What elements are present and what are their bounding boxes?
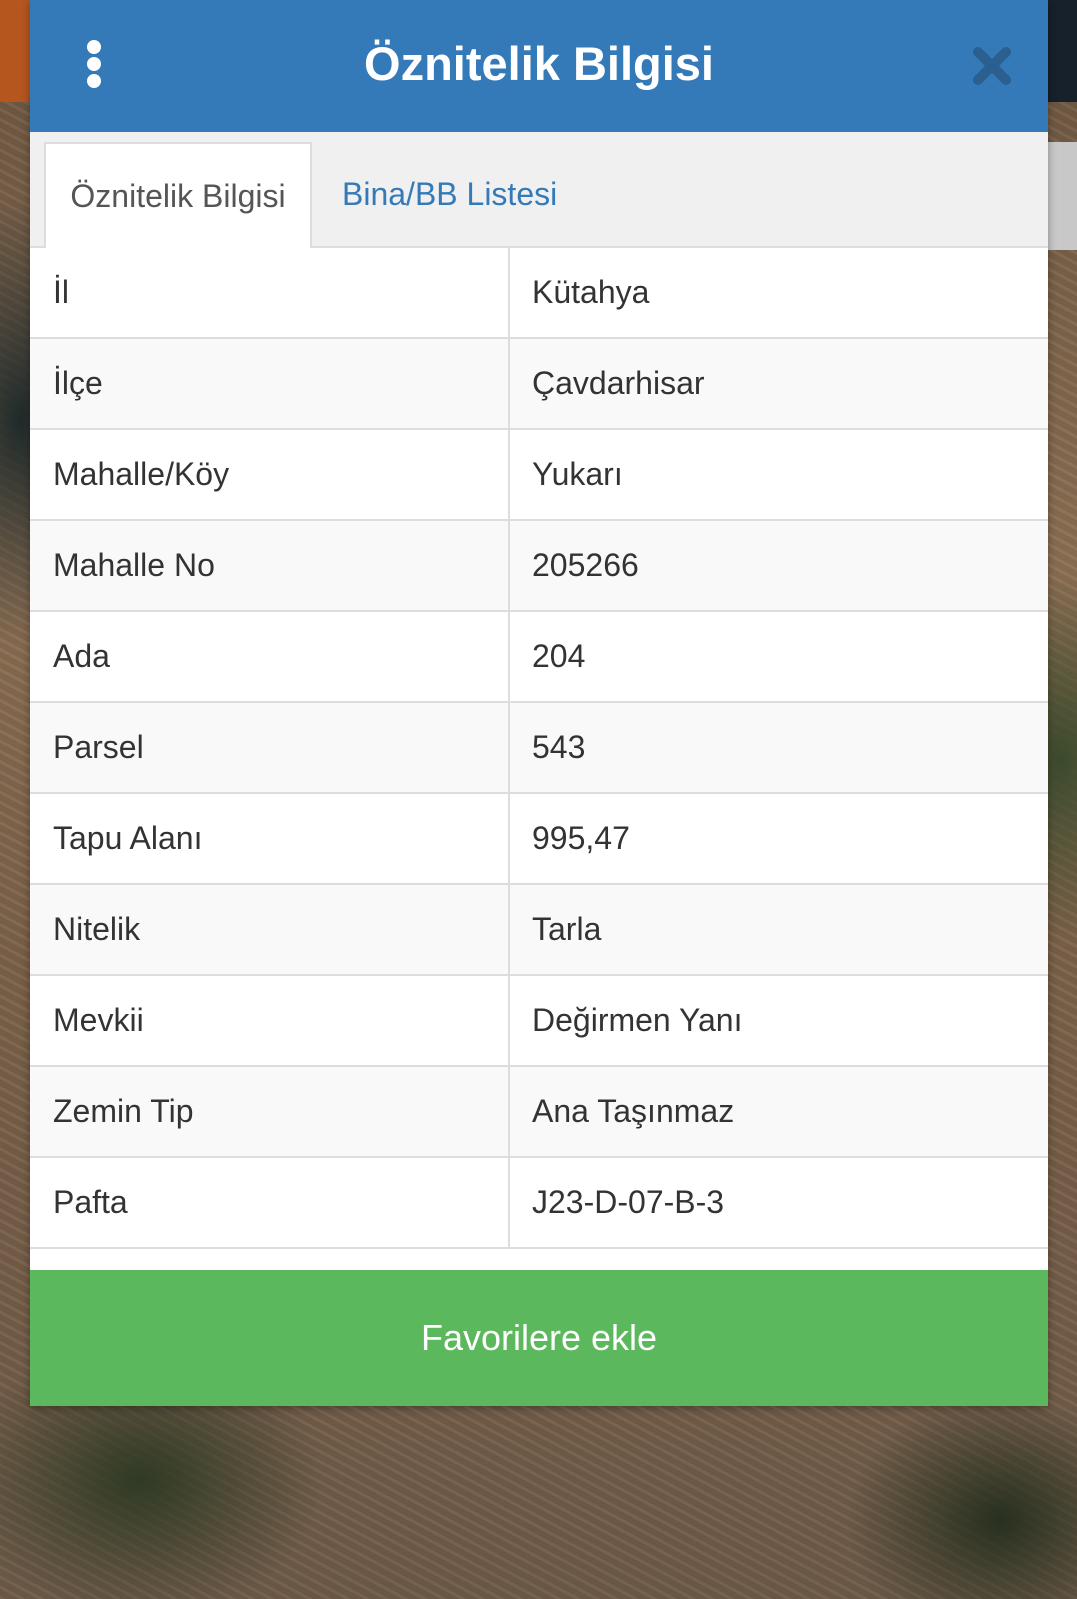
row-label: Ada (53, 638, 110, 674)
table-row: İl Kütahya (30, 248, 1048, 339)
column-divider (508, 794, 510, 883)
row-label: Zemin Tip (53, 1093, 194, 1129)
column-divider (508, 521, 510, 610)
column-divider (508, 339, 510, 428)
row-value: Tarla (532, 911, 602, 947)
row-value: Ana Taşınmaz (532, 1093, 735, 1129)
table-row: Nitelik Tarla (30, 885, 1048, 976)
table-row: Mahalle/Köy Yukarı (30, 430, 1048, 521)
column-divider (508, 1158, 510, 1247)
table-row: Mevkii Değirmen Yanı (30, 976, 1048, 1067)
row-label: İlçe (53, 365, 103, 401)
table-row: İlçe Çavdarhisar (30, 339, 1048, 430)
column-divider (508, 703, 510, 792)
column-divider (508, 248, 510, 337)
attribute-info-dialog: Öznitelik Bilgisi Öznitelik Bilgisi Bina… (30, 0, 1048, 1406)
map-toolbar-edge-right (1047, 0, 1077, 102)
map-side-panel-edge (1047, 142, 1077, 250)
tab-attribute-info[interactable]: Öznitelik Bilgisi (44, 142, 312, 248)
row-label: Pafta (53, 1184, 128, 1220)
tab-building-list[interactable]: Bina/BB Listesi (330, 142, 557, 246)
dialog-title: Öznitelik Bilgisi (364, 37, 714, 90)
map-toolbar-edge (0, 0, 30, 102)
row-value: Kütahya (532, 274, 650, 310)
table-row: Pafta J23-D-07-B-3 (30, 1158, 1048, 1249)
row-value: Değirmen Yanı (532, 1002, 743, 1038)
row-value: J23-D-07-B-3 (532, 1184, 725, 1220)
close-icon[interactable] (968, 42, 1016, 90)
column-divider (508, 885, 510, 974)
row-value: 543 (532, 729, 586, 765)
column-divider (508, 430, 510, 519)
row-value: 205266 (532, 547, 639, 583)
add-to-favorites-button[interactable]: Favorilere ekle (30, 1270, 1048, 1406)
table-row: Zemin Tip Ana Taşınmaz (30, 1067, 1048, 1158)
row-value: Yukarı (532, 456, 623, 492)
table-row: Parsel 543 (30, 703, 1048, 794)
table-row: Ada 204 (30, 612, 1048, 703)
column-divider (508, 976, 510, 1065)
row-label: Tapu Alanı (53, 820, 203, 856)
dialog-header: Öznitelik Bilgisi (30, 0, 1048, 132)
table-row: Tapu Alanı 995,47 (30, 794, 1048, 885)
row-value: 204 (532, 638, 586, 674)
row-value: 995,47 (532, 820, 630, 856)
table-row: Mahalle No 205266 (30, 521, 1048, 612)
row-value: Çavdarhisar (532, 365, 705, 401)
tab-bar: Öznitelik Bilgisi Bina/BB Listesi (30, 132, 1048, 248)
row-label: Mevkii (53, 1002, 144, 1038)
column-divider (508, 1067, 510, 1156)
row-label: Mahalle No (53, 547, 215, 583)
row-label: Mahalle/Köy (53, 456, 230, 492)
attribute-table: İl Kütahya İlçe Çavdarhisar Mahalle/Köy … (30, 248, 1048, 1249)
row-label: Parsel (53, 729, 144, 765)
column-divider (508, 612, 510, 701)
row-label: Nitelik (53, 911, 141, 947)
row-label: İl (53, 274, 69, 310)
vertical-dots-icon[interactable] (76, 38, 112, 90)
